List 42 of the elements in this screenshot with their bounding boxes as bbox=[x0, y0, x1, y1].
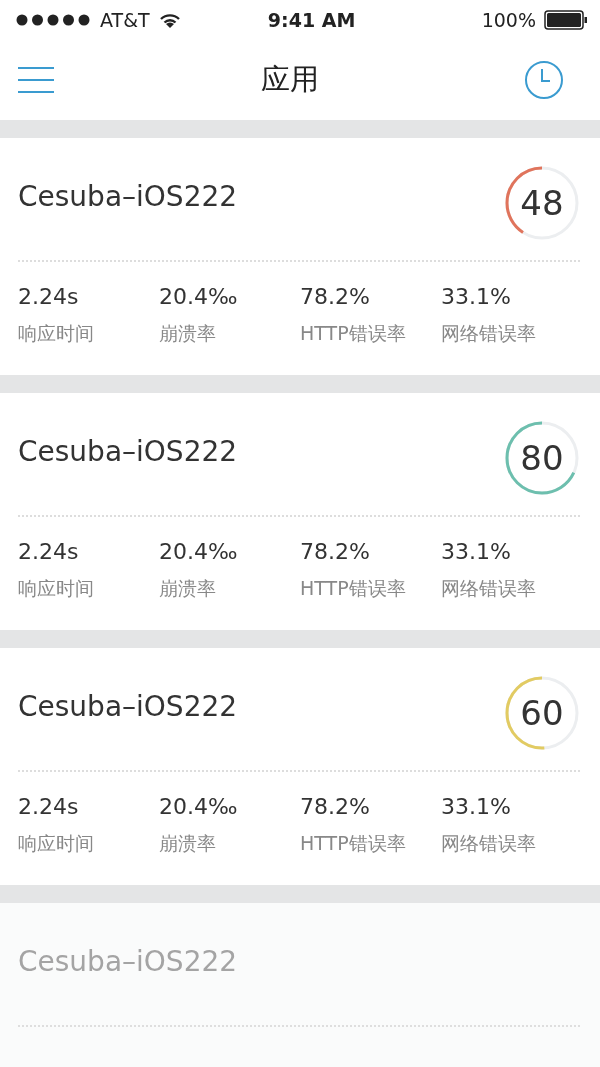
metric-value: 2.24s bbox=[18, 539, 80, 564]
metric-value: 33.1% bbox=[441, 539, 512, 564]
metric-label: 崩溃率 bbox=[159, 321, 217, 346]
metric-value: 78.2% bbox=[300, 284, 371, 309]
metric-label: 网络错误率 bbox=[441, 576, 537, 601]
metric-label: 响应时间 bbox=[18, 321, 95, 346]
carrier: AT&T bbox=[100, 9, 150, 31]
battery-percent: 100% bbox=[481, 9, 536, 31]
signal-icon bbox=[16, 14, 92, 26]
clock-icon[interactable] bbox=[524, 60, 564, 100]
clock: 9:41 AM bbox=[267, 9, 356, 31]
metric-label: HTTP错误率 bbox=[300, 321, 407, 346]
metric-value: 33.1% bbox=[441, 794, 512, 819]
metric-label: 响应时间 bbox=[18, 831, 95, 856]
metric-value: 20.4‰ bbox=[159, 284, 239, 309]
score: 60 bbox=[520, 693, 564, 733]
menu-icon[interactable] bbox=[16, 65, 56, 95]
battery-icon bbox=[544, 10, 588, 30]
metric-label: 崩溃率 bbox=[159, 831, 217, 856]
metric-label: 崩溃率 bbox=[159, 576, 217, 601]
app-name: Cesuba–iOS222 bbox=[18, 945, 238, 978]
metric-value: 78.2% bbox=[300, 539, 371, 564]
metric-value: 33.1% bbox=[441, 284, 512, 309]
metric-value: 20.4‰ bbox=[159, 794, 239, 819]
score: 80 bbox=[520, 438, 564, 478]
metric-value: 78.2% bbox=[300, 794, 371, 819]
app-name: Cesuba–iOS222 bbox=[18, 180, 238, 213]
metric-label: 响应时间 bbox=[18, 576, 95, 601]
app-card[interactable]: Cesuba–iOS222 80 2.24s 响应时间 20.4‰ 崩溃率 78.2% HTTP错误率 33.1% 网络错误率 bbox=[0, 393, 600, 630]
score: 48 bbox=[520, 183, 564, 223]
metric-label: 网络错误率 bbox=[441, 831, 537, 856]
app-name: Cesuba–iOS222 bbox=[18, 690, 238, 723]
metric-value: 2.24s bbox=[18, 284, 80, 309]
metric-value: 20.4‰ bbox=[159, 539, 239, 564]
metric-value: 2.24s bbox=[18, 794, 80, 819]
metric-label: HTTP错误率 bbox=[300, 576, 407, 601]
page-title: 应用 bbox=[261, 61, 319, 98]
metric-label: HTTP错误率 bbox=[300, 831, 407, 856]
app-card[interactable]: Cesuba–iOS222 60 2.24s 响应时间 20.4‰ 崩溃率 78.2% HTTP错误率 33.1% 网络错误率 bbox=[0, 648, 600, 885]
metric-label: 网络错误率 bbox=[441, 321, 537, 346]
app-name: Cesuba–iOS222 bbox=[18, 435, 238, 468]
app-card[interactable]: Cesuba–iOS222 48 2.24s 响应时间 20.4‰ 崩溃率 78.2% HTTP错误率 33.1% 网络错误率 bbox=[0, 138, 600, 375]
